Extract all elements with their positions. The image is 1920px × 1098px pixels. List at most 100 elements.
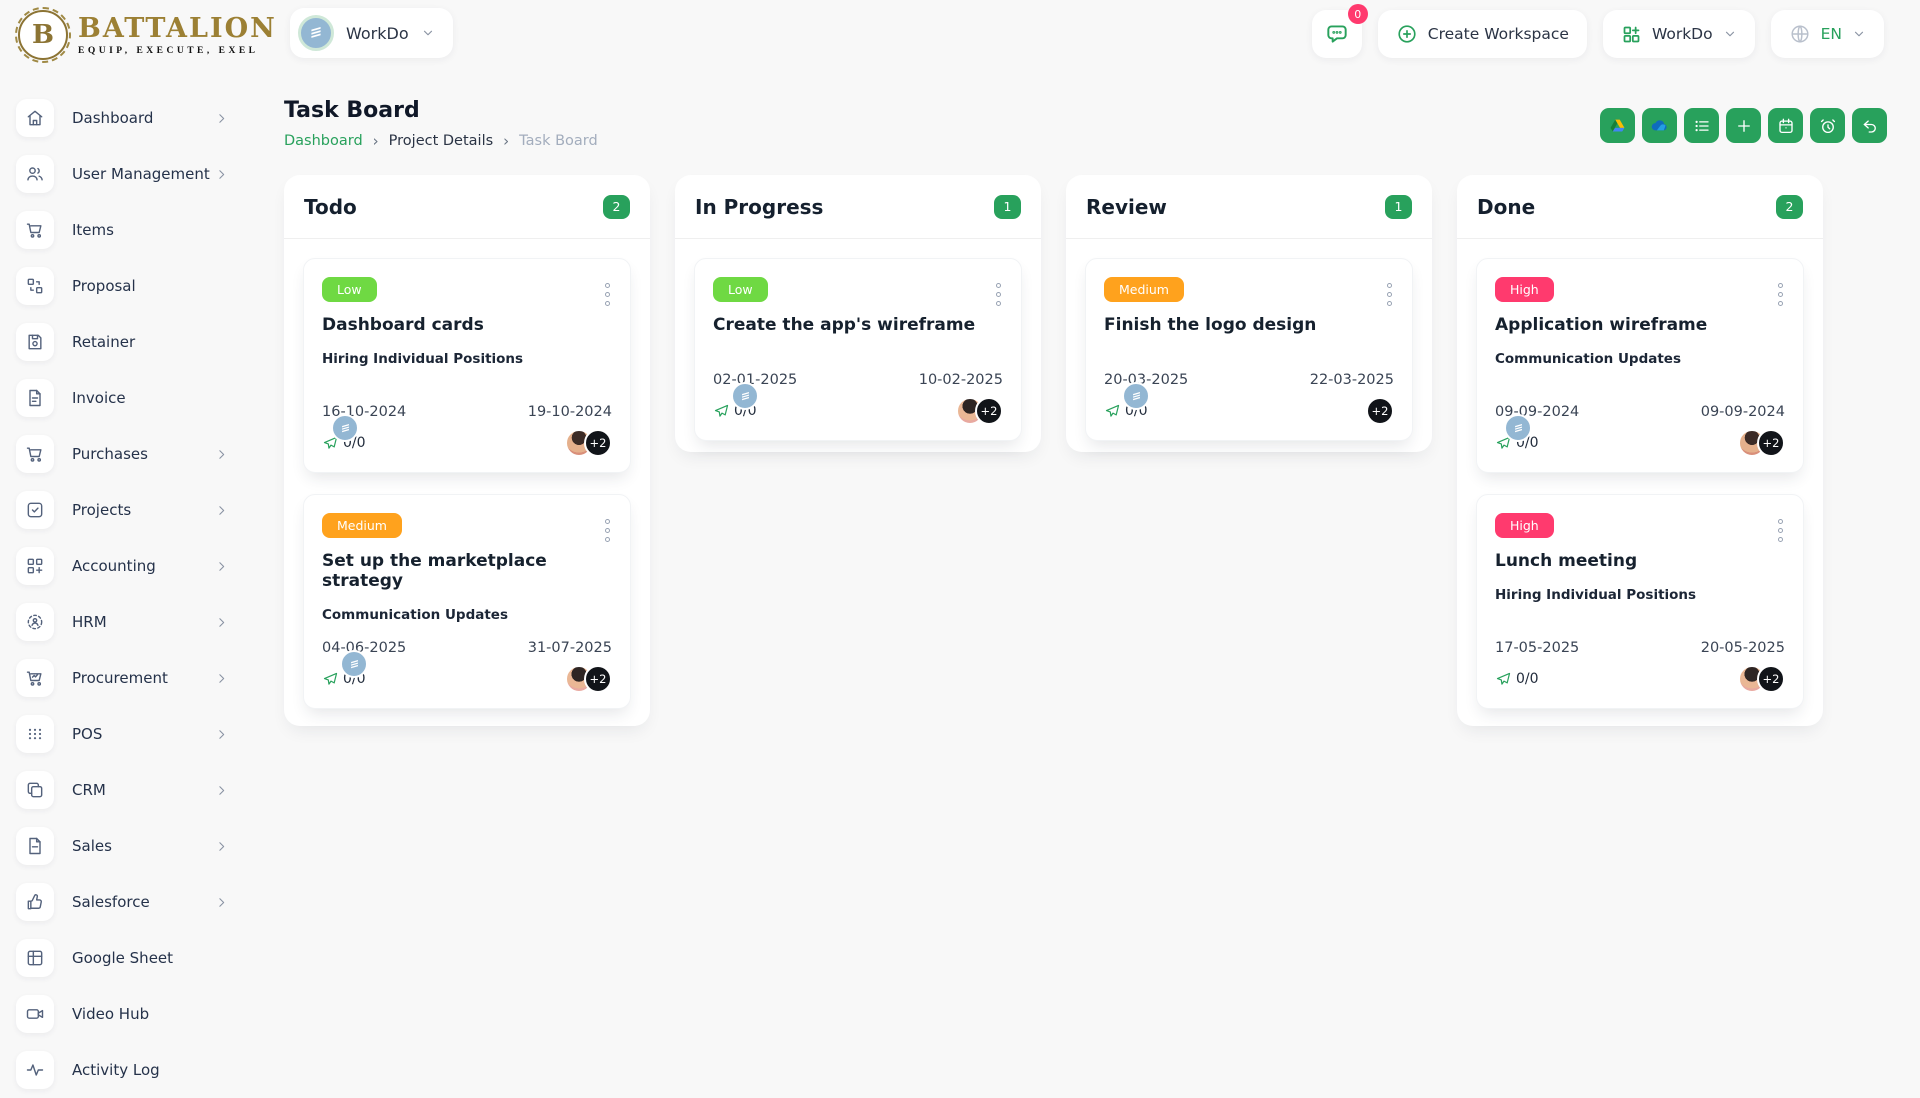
card-menu-button[interactable]	[601, 279, 614, 310]
card-menu-button[interactable]	[1774, 279, 1787, 310]
timer-button[interactable]	[1810, 108, 1845, 143]
task-card[interactable]: Low Dashboard cards Hiring Individual Po…	[303, 258, 631, 473]
card-end-date: 20-05-2025	[1700, 640, 1785, 656]
messages-button[interactable]: 0	[1311, 4, 1368, 58]
save-icon	[16, 323, 54, 361]
task-card[interactable]: High Lunch meeting Hiring Individual Pos…	[1476, 494, 1804, 709]
sidebar-item-hrm[interactable]: HRM	[0, 594, 262, 650]
priority-badge: Low	[322, 277, 377, 302]
google-drive-button[interactable]	[1600, 108, 1635, 143]
cart-icon	[16, 211, 54, 249]
card-assignees[interactable]: +2	[1504, 414, 1785, 457]
sidebar-item-user-management[interactable]: User Management	[0, 146, 262, 202]
priority-badge: Low	[713, 277, 768, 302]
chevron-right-icon	[219, 841, 225, 851]
onedrive-button[interactable]	[1642, 108, 1677, 143]
top-bar: B BATTALION EQUIP, EXECUTE, EXEL WorkDo …	[0, 0, 1920, 72]
undo-button[interactable]	[1852, 108, 1887, 143]
card-menu-button[interactable]	[601, 515, 614, 546]
chevron-right-icon	[219, 897, 225, 907]
sidebar-item-google-sheet[interactable]: Google Sheet	[0, 930, 262, 986]
send-icon	[1105, 404, 1120, 417]
task-card[interactable]: High Application wireframe Communication…	[1476, 258, 1804, 473]
language-selector[interactable]: EN	[1770, 10, 1884, 58]
sidebar-item-items[interactable]: Items	[0, 202, 262, 258]
sidebar-item-label: Proposal	[72, 277, 136, 295]
cart-icon	[16, 435, 54, 473]
priority-badge: Medium	[322, 513, 402, 538]
sidebar-item-accounting[interactable]: Accounting	[0, 538, 262, 594]
card-end-date: 10-02-2025	[918, 372, 1003, 388]
sidebar-item-dashboard[interactable]: Dashboard	[0, 90, 262, 146]
chevron-down-icon	[1854, 31, 1864, 37]
card-menu-button[interactable]	[1774, 515, 1787, 546]
sidebar-item-label: Procurement	[72, 669, 168, 687]
card-assignees[interactable]: +2	[331, 414, 612, 457]
list-icon	[1694, 120, 1709, 131]
file-text-icon	[16, 379, 54, 417]
sidebar-item-procurement[interactable]: Procurement	[0, 650, 262, 706]
plus-icon	[1737, 119, 1750, 132]
check-square-icon	[16, 491, 54, 529]
list-view-button[interactable]	[1684, 108, 1719, 143]
breadcrumb-dashboard-link[interactable]: Dashboard	[284, 133, 363, 149]
card-menu-button[interactable]	[1383, 279, 1396, 310]
card-end-date: 31-07-2025	[527, 640, 612, 656]
calendar-button[interactable]	[1768, 108, 1803, 143]
sidebar-item-label: Dashboard	[72, 109, 154, 127]
sidebar-item-projects[interactable]: Projects	[0, 482, 262, 538]
task-card[interactable]: Medium Finish the logo design 20-03-2025…	[1085, 258, 1413, 441]
chevron-right-icon	[219, 169, 225, 179]
breadcrumb-separator: ›	[372, 132, 379, 150]
create-workspace-button[interactable]: Create Workspace	[1377, 10, 1587, 58]
task-card[interactable]: Medium Set up the marketplace strategy C…	[303, 494, 631, 709]
column-count-badge: 1	[1385, 194, 1412, 219]
sidebar-item-label: Salesforce	[72, 893, 150, 911]
video-camera-icon	[16, 995, 54, 1033]
avatar-overflow-count: +2	[584, 665, 612, 693]
chat-bubble-icon	[1327, 25, 1347, 43]
card-assignees[interactable]: +2	[731, 382, 1003, 425]
priority-badge: High	[1495, 277, 1554, 302]
thumbs-up-icon	[16, 883, 54, 921]
chevron-right-icon	[219, 785, 225, 795]
sidebar-item-video-hub[interactable]: Video Hub	[0, 986, 262, 1042]
add-task-button[interactable]	[1726, 108, 1761, 143]
sidebar-item-activity-log[interactable]: Activity Log	[0, 1042, 262, 1098]
sidebar-item-sales[interactable]: Sales	[0, 818, 262, 874]
workspace-selector[interactable]: WorkDo	[290, 8, 453, 58]
app-switcher-label: WorkDo	[1651, 25, 1713, 43]
sidebar-item-proposal[interactable]: Proposal	[0, 258, 262, 314]
calendar-icon	[1778, 118, 1793, 133]
card-assignees[interactable]: +2	[1738, 665, 1785, 693]
priority-badge: Medium	[1104, 277, 1184, 302]
avatar-overflow-count: +2	[975, 397, 1003, 425]
sidebar-item-label: User Management	[72, 165, 210, 183]
breadcrumb-project-details-link[interactable]: Project Details	[389, 133, 494, 149]
card-end-date: 19-10-2024	[527, 404, 612, 420]
sidebar-item-pos[interactable]: POS	[0, 706, 262, 762]
column-count-badge: 2	[603, 194, 630, 219]
avatar-overflow-count: +2	[1757, 665, 1785, 693]
sidebar-item-label: Purchases	[72, 445, 148, 463]
send-icon	[323, 672, 338, 685]
card-milestone: Communication Updates	[322, 607, 508, 623]
task-card[interactable]: Low Create the app's wireframe 02-01-202…	[694, 258, 1022, 441]
sidebar-item-crm[interactable]: CRM	[0, 762, 262, 818]
sidebar-item-label: Google Sheet	[72, 949, 174, 967]
app-switcher-button[interactable]: WorkDo	[1602, 10, 1755, 58]
sidebar-item-retainer[interactable]: Retainer	[0, 314, 262, 370]
card-assignees[interactable]: +2	[340, 650, 612, 693]
column-count-badge: 1	[994, 194, 1021, 219]
workspace-label: WorkDo	[346, 23, 409, 43]
column-title: Todo	[304, 194, 357, 219]
avatar-overflow-count: +2	[584, 429, 612, 457]
card-assignees[interactable]: +2	[1122, 382, 1394, 425]
chevron-down-icon	[423, 30, 432, 36]
sidebar-item-invoice[interactable]: Invoice	[0, 370, 262, 426]
sidebar-item-purchases[interactable]: Purchases	[0, 426, 262, 482]
avatar-overflow-count: +2	[1366, 397, 1394, 425]
sidebar-item-salesforce[interactable]: Salesforce	[0, 874, 262, 930]
card-menu-button[interactable]	[992, 279, 1005, 310]
sidebar-item-label: Retainer	[72, 333, 136, 351]
